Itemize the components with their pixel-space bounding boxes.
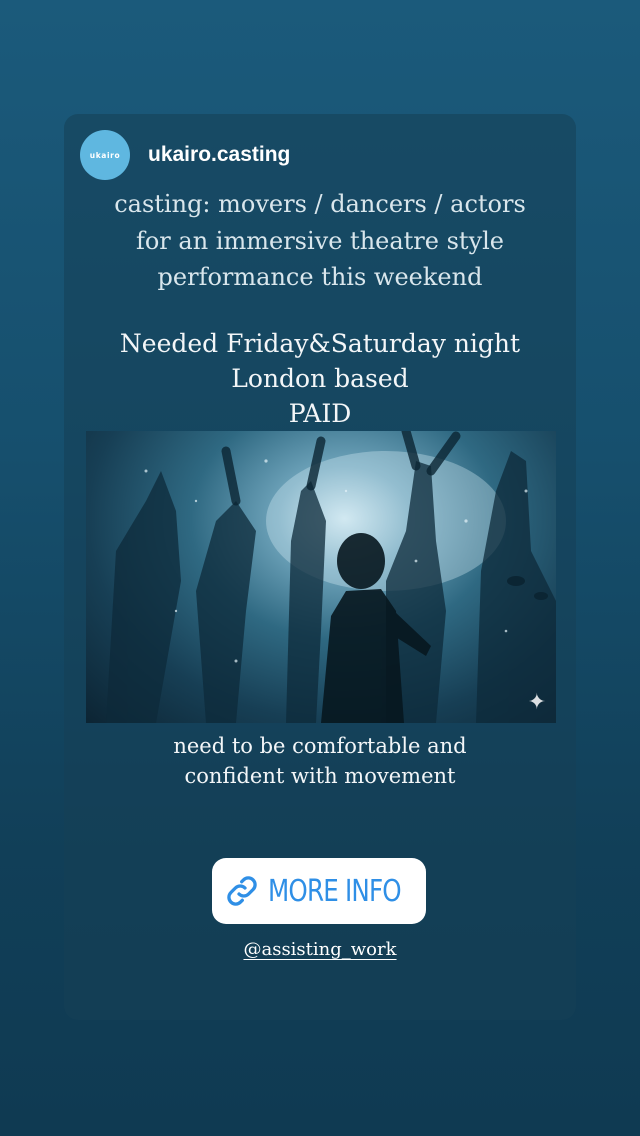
link-icon [227, 876, 257, 906]
avatar[interactable]: ukairo [80, 130, 130, 180]
headline-line: for an immersive theatre style [135, 226, 505, 255]
mention-sticker[interactable]: @assisting_work [64, 939, 576, 960]
username[interactable]: ukairo.casting [148, 143, 290, 167]
detail-line: PAID [288, 399, 352, 428]
detail-line: London based [231, 364, 409, 393]
headline-text: casting: movers / dancers / actors for a… [64, 186, 576, 296]
requirement-line: need to be comfortable and [173, 734, 467, 758]
headline-line: casting: movers / dancers / actors [114, 190, 526, 218]
dancers-illustration [106, 431, 556, 723]
headline-line: performance this weekend [157, 263, 483, 291]
sparkle-icon: ✦ [527, 690, 546, 715]
more-info-label: MORE INFO [268, 873, 402, 909]
story-card: ukairo ukairo.casting casting: movers / … [64, 114, 576, 1020]
requirements-text: need to be comfortable and confident wit… [64, 731, 576, 791]
more-info-link-sticker[interactable]: MORE INFO [212, 858, 426, 924]
detail-line: Needed Friday&Saturday night [119, 329, 521, 358]
details-text: Needed Friday&Saturday night London base… [64, 326, 576, 431]
avatar-logo-text: ukairo [89, 150, 121, 160]
dancers-photo: ✦ [86, 431, 556, 723]
story-header: ukairo ukairo.casting [80, 130, 290, 180]
requirement-line: confident with movement [184, 764, 456, 788]
